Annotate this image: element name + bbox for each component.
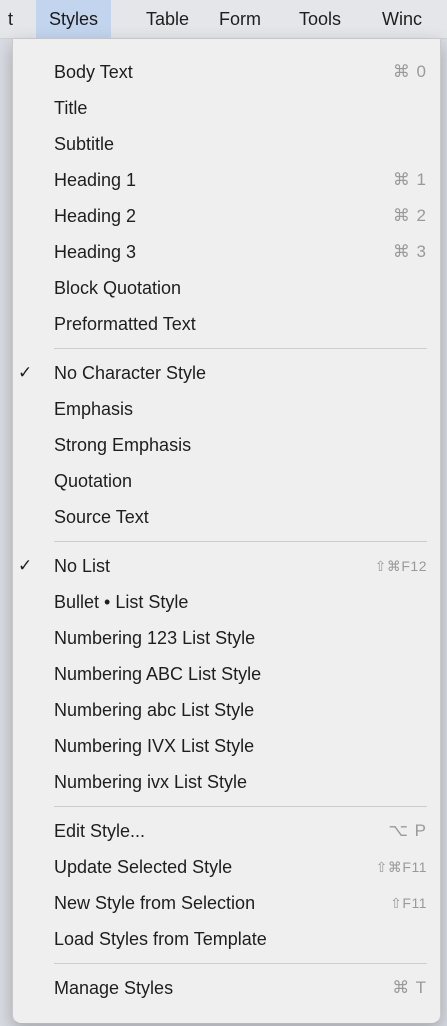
menu-item-label: Heading 2	[54, 206, 137, 226]
menu-item-label: Load Styles from Template	[54, 929, 267, 949]
menu-item-label: Numbering 123 List Style	[54, 628, 256, 648]
keyboard-shortcut: ⌘ 3	[392, 242, 427, 261]
menu-item-label: No Character Style	[54, 363, 207, 383]
menu-item-numbering-abc-list-style[interactable]: Numbering ABC List Style	[13, 656, 440, 692]
menu-item-numbering-ivx-list-style[interactable]: Numbering ivx List Style	[13, 764, 440, 800]
menu-item-block-quotation[interactable]: Block Quotation	[13, 270, 440, 306]
menu-item-update-selected-style[interactable]: Update Selected Style ⇧⌘F11	[13, 849, 440, 885]
menu-item-manage-styles[interactable]: Manage Styles ⌘ T	[13, 970, 440, 1006]
keyboard-shortcut: ⇧F11	[390, 895, 427, 911]
menu-separator	[13, 800, 440, 813]
menu-item-numbering-abc-list-style[interactable]: Numbering abc List Style	[13, 692, 440, 728]
menubar-item-format[interactable]: t	[0, 0, 26, 38]
menu-item-label: Manage Styles	[54, 978, 174, 998]
menubar-item-form[interactable]: Form	[206, 0, 274, 38]
menu-item-label: Emphasis	[54, 399, 134, 419]
menu-item-label: Numbering ivx List Style	[54, 772, 248, 792]
menu-item-no-character-style[interactable]: ✓ No Character Style	[13, 355, 440, 391]
menu-bar: t Styles Table Form Tools Winc	[0, 0, 447, 39]
menu-item-new-style-from-selection[interactable]: New Style from Selection ⇧F11	[13, 885, 440, 921]
menu-item-label: Numbering IVX List Style	[54, 736, 255, 756]
menu-item-edit-style[interactable]: Edit Style... ⌥ P	[13, 813, 440, 849]
keyboard-shortcut: ⇧⌘F12	[374, 558, 427, 574]
menu-item-label: Body Text	[54, 62, 133, 82]
menu-item-label: Quotation	[54, 471, 133, 491]
menu-item-label: Update Selected Style	[54, 857, 233, 877]
menu-item-label: Edit Style...	[54, 821, 146, 841]
menu-item-label: Preformatted Text	[54, 314, 196, 334]
menu-item-numbering-123-list-style[interactable]: Numbering 123 List Style	[13, 620, 440, 656]
menu-item-label: Bullet • List Style	[54, 592, 189, 612]
styles-menu: Body Text ⌘ 0 Title Subtitle Heading 1 ⌘ 1 Hea…	[12, 39, 441, 1024]
keyboard-shortcut: ⌘ 2	[392, 206, 427, 225]
menu-item-label: Title	[54, 98, 88, 118]
menu-item-label: Heading 1	[54, 170, 137, 190]
menu-item-preformatted-text[interactable]: Preformatted Text	[13, 306, 440, 342]
menu-separator	[13, 342, 440, 355]
menu-item-label: Source Text	[54, 507, 149, 527]
menu-item-emphasis[interactable]: Emphasis	[13, 391, 440, 427]
menu-item-heading-3[interactable]: Heading 3 ⌘ 3	[13, 234, 440, 270]
checkmark-icon: ✓	[18, 556, 33, 575]
menu-item-heading-1[interactable]: Heading 1 ⌘ 1	[13, 162, 440, 198]
menubar-item-styles[interactable]: Styles	[36, 0, 112, 38]
menu-item-label: Subtitle	[54, 134, 115, 154]
menu-item-label: Block Quotation	[54, 278, 182, 298]
menu-item-quotation[interactable]: Quotation	[13, 463, 440, 499]
menu-item-label: No List	[54, 556, 111, 576]
menu-item-label: Numbering ABC List Style	[54, 664, 262, 684]
menubar-item-table[interactable]: Table	[133, 0, 202, 38]
menu-item-heading-2[interactable]: Heading 2 ⌘ 2	[13, 198, 440, 234]
keyboard-shortcut: ⌘ T	[392, 978, 427, 997]
menu-item-subtitle[interactable]: Subtitle	[13, 126, 440, 162]
keyboard-shortcut: ⌥ P	[388, 821, 427, 840]
menu-item-label: Strong Emphasis	[54, 435, 192, 455]
menu-item-body-text[interactable]: Body Text ⌘ 0	[13, 54, 440, 90]
menu-item-no-list[interactable]: ✓ No List ⇧⌘F12	[13, 548, 440, 584]
keyboard-shortcut: ⌘ 0	[392, 62, 427, 81]
menubar-item-tools[interactable]: Tools	[286, 0, 354, 38]
keyboard-shortcut: ⌘ 1	[392, 170, 427, 189]
menu-item-title[interactable]: Title	[13, 90, 440, 126]
keyboard-shortcut: ⇧⌘F11	[375, 859, 427, 875]
menu-item-bullet-list-style[interactable]: Bullet • List Style	[13, 584, 440, 620]
menu-separator	[13, 535, 440, 548]
menubar-item-window[interactable]: Winc	[369, 0, 435, 38]
menu-item-label: New Style from Selection	[54, 893, 256, 913]
menu-item-label: Numbering abc List Style	[54, 700, 255, 720]
menu-item-source-text[interactable]: Source Text	[13, 499, 440, 535]
menu-item-strong-emphasis[interactable]: Strong Emphasis	[13, 427, 440, 463]
menu-item-numbering-ivx-list-style[interactable]: Numbering IVX List Style	[13, 728, 440, 764]
menu-item-load-styles-from-template[interactable]: Load Styles from Template	[13, 921, 440, 957]
menu-item-label: Heading 3	[54, 242, 137, 262]
checkmark-icon: ✓	[18, 363, 33, 382]
menu-separator	[13, 957, 440, 970]
